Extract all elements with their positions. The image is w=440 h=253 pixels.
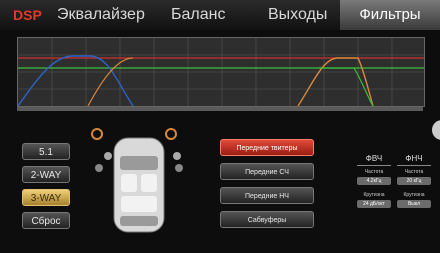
speaker-mid-right-icon: [173, 152, 181, 160]
tab-outputs[interactable]: Выходы: [268, 0, 327, 30]
curve-green-rolloff: [318, 67, 374, 106]
channel-front-mid-button[interactable]: Передние СЧ: [220, 163, 314, 180]
hpf-freq-label: Частота: [364, 169, 384, 175]
speaker-mid-left-icon: [104, 152, 112, 160]
tab-equalizer[interactable]: Эквалайзер: [57, 0, 145, 30]
speaker-front-right-icon: [165, 128, 177, 140]
lpf-frequency-value[interactable]: 20 кГц: [397, 177, 431, 185]
tab-bar: DSP Эквалайзер Баланс Выходы Фильтры: [0, 0, 440, 30]
hpf-header[interactable]: ФВЧ: [357, 152, 391, 166]
lpf-slope-value[interactable]: Выкл: [397, 200, 431, 208]
lpf-slope-label: Крутизна: [403, 192, 425, 198]
car-speaker-diagram: [90, 126, 190, 238]
lpf-header[interactable]: ФНЧ: [397, 152, 431, 166]
preset-3way-button[interactable]: 3-WAY: [22, 189, 70, 206]
curve-blue: [18, 55, 134, 106]
speaker-front-left-icon: [91, 128, 103, 140]
graph-scale-bar: [17, 107, 423, 111]
reset-button[interactable]: Сброс: [22, 212, 70, 229]
speaker-side-right-icon: [175, 164, 183, 172]
filter-settings-panel: ФВЧ ФНЧ Частота Частота 4.2кГц 20 кГц Кр…: [355, 152, 435, 212]
channel-front-low-button[interactable]: Передние НЧ: [220, 187, 314, 204]
side-panel-handle[interactable]: [432, 120, 440, 140]
lpf-freq-label: Частота: [404, 169, 424, 175]
speaker-side-left-icon: [95, 164, 103, 172]
hpf-slope-value[interactable]: 24 дБ/окт: [357, 200, 391, 208]
tab-dsp[interactable]: DSP: [13, 0, 42, 30]
preset-2way-button[interactable]: 2-WAY: [22, 166, 70, 183]
filter-response-graph: [17, 37, 425, 107]
hpf-slope-label: Крутизна: [363, 192, 385, 198]
tab-filters[interactable]: Фильтры: [340, 0, 440, 30]
curve-orange-left: [87, 57, 134, 106]
channel-subwoofers-button[interactable]: Сабвуферы: [220, 211, 314, 228]
preset-5-1-button[interactable]: 5.1: [22, 143, 70, 160]
hpf-frequency-value[interactable]: 4.2кГц: [357, 177, 391, 185]
tab-balance[interactable]: Баланс: [171, 0, 225, 30]
channel-front-tweeters-button[interactable]: Передние твитеры: [220, 139, 314, 156]
